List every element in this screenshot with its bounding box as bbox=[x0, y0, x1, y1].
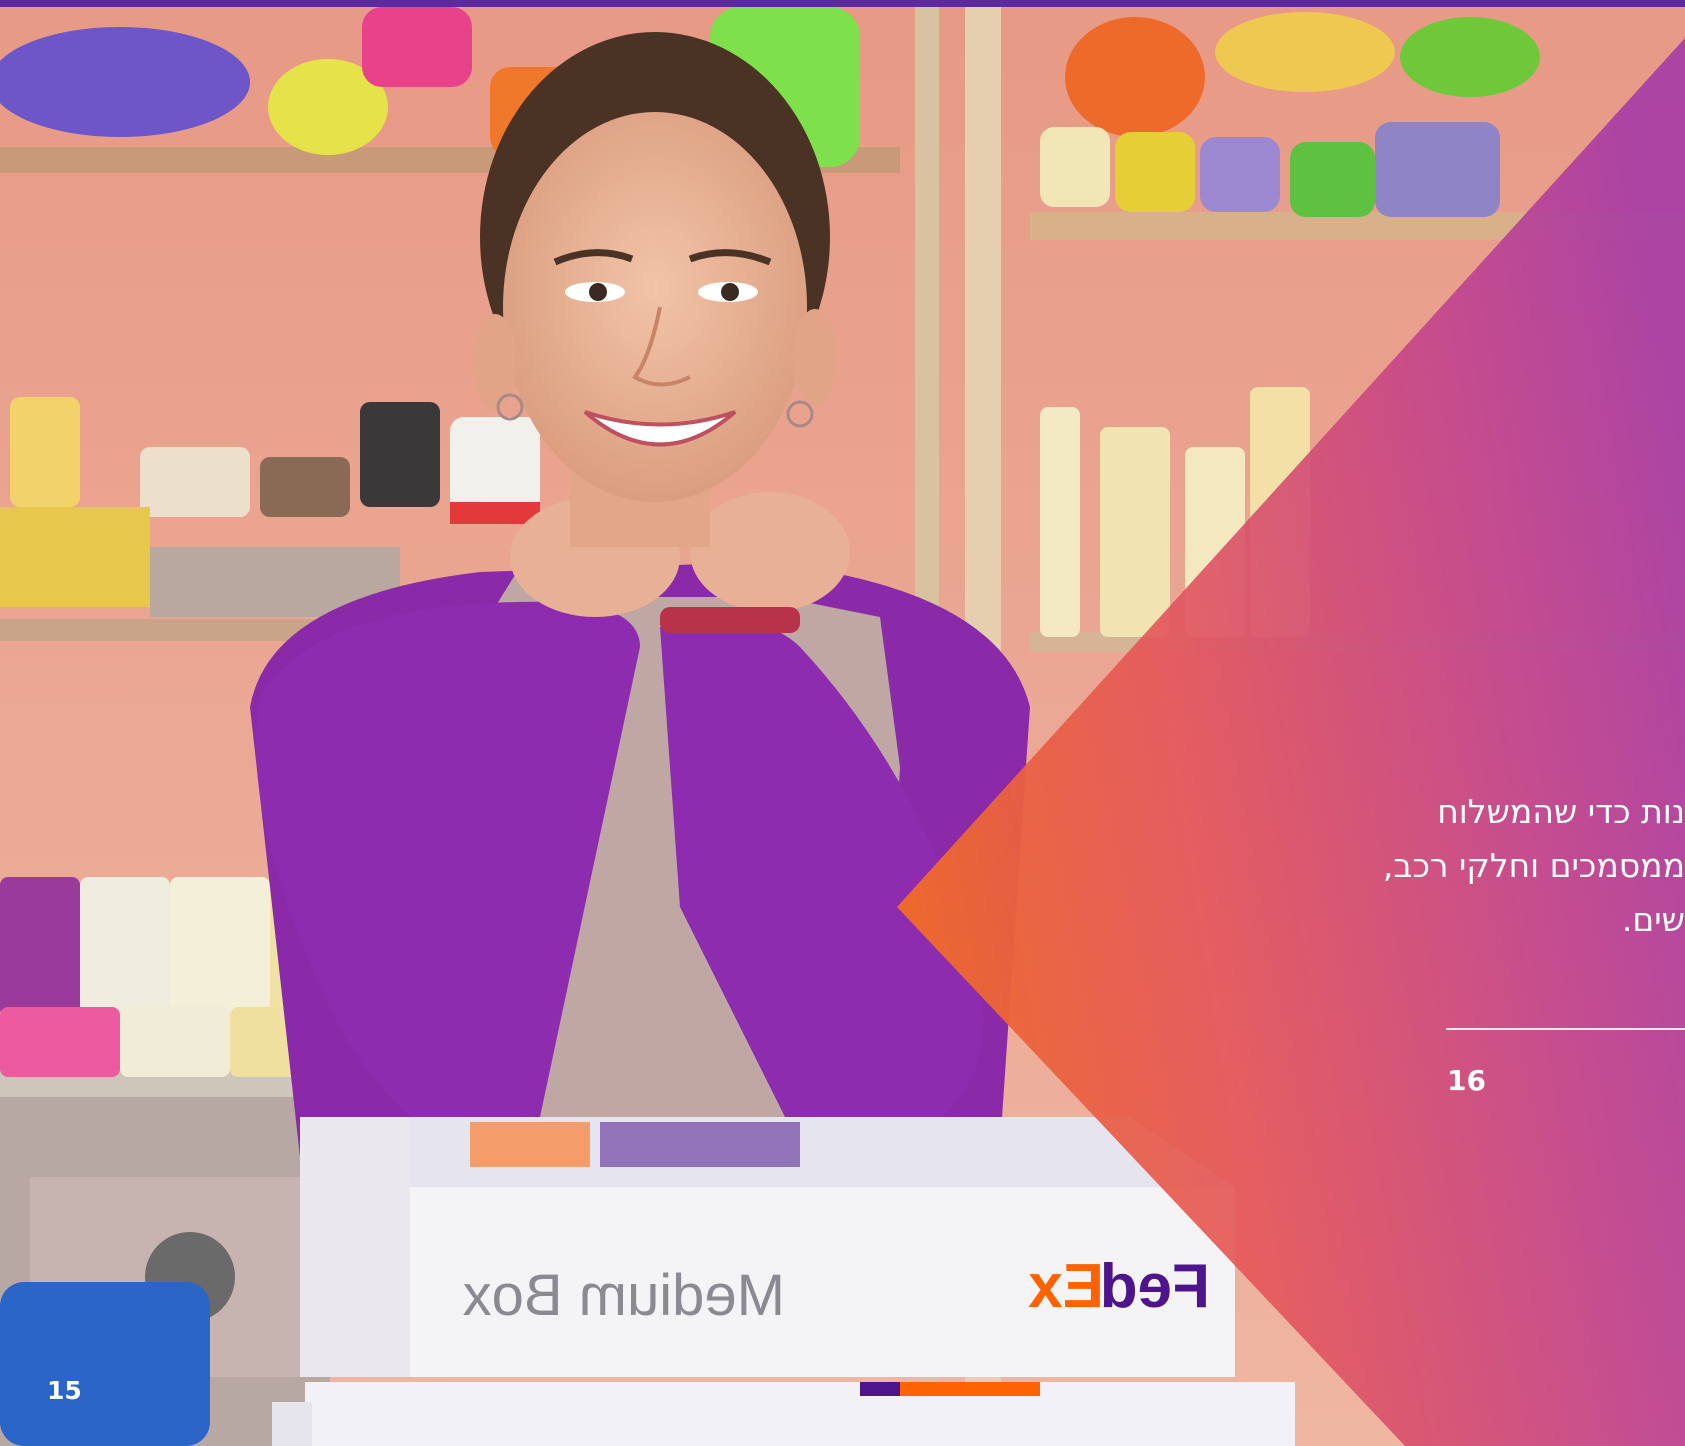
gradient-diamond-overlay bbox=[897, 38, 1685, 1446]
right-page-number: 16 bbox=[1447, 1064, 1486, 1097]
brochure-spread: Medium Box Fed Ex נות כדי שהמשלוח ממסמכי… bbox=[0, 0, 1685, 1446]
left-page-number: 15 bbox=[47, 1376, 82, 1405]
top-accent-bar bbox=[0, 0, 1685, 7]
section-divider bbox=[1446, 1028, 1685, 1030]
body-paragraph: נות כדי שהמשלוח ממסמכים וחלקי רכב, שים. bbox=[1385, 785, 1685, 947]
body-line: שים. bbox=[1621, 900, 1685, 939]
body-line: נות כדי שהמשלוח bbox=[1437, 792, 1685, 831]
body-line: ממסמכים וחלקי רכב, bbox=[1385, 846, 1685, 885]
